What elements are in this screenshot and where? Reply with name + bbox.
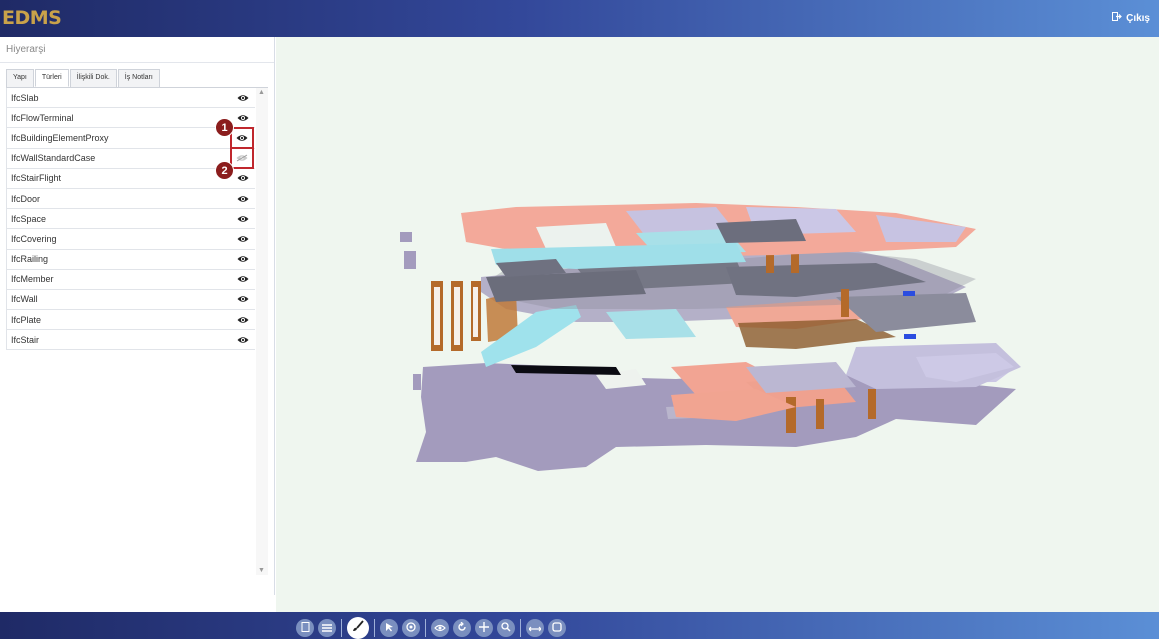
eye-icon[interactable]: [230, 126, 254, 149]
list-item-label: IfcWall: [11, 294, 38, 305]
annotation-badge-1: 1: [215, 118, 234, 137]
top-bar: EDMS Çıkış: [0, 0, 1159, 37]
zoom-button[interactable]: [497, 619, 515, 637]
list-item-label: IfcStair: [11, 334, 40, 345]
list-item[interactable]: IfcCovering: [6, 229, 255, 250]
toolbar-divider: [520, 619, 521, 637]
bookmark-button[interactable]: [296, 619, 314, 637]
measure-button[interactable]: [526, 619, 544, 637]
list-icon: [322, 619, 332, 637]
list-item[interactable]: IfcRailing: [6, 249, 255, 270]
list-item-label: IfcMember: [11, 274, 54, 285]
app-logo: EDMS: [2, 7, 62, 29]
eye-icon[interactable]: [236, 234, 250, 244]
list-item[interactable]: IfcSpace: [6, 209, 255, 230]
panel-tabs: Yapı Türleri İlişkili Dok. İş Notları: [6, 69, 161, 87]
bottom-bar: [0, 612, 1159, 639]
model-viewer[interactable]: [276, 37, 1159, 612]
list-item[interactable]: IfcPlate: [6, 310, 255, 331]
list-item-label: IfcStairFlight: [11, 173, 62, 184]
scroll-up-icon[interactable]: ▲: [258, 89, 265, 96]
eye-icon[interactable]: [236, 254, 250, 264]
eye-icon[interactable]: [236, 113, 250, 123]
toolbar-divider: [425, 619, 426, 637]
eye-hidden-icon[interactable]: [230, 147, 254, 170]
list-button[interactable]: [318, 619, 336, 637]
eye-icon[interactable]: [236, 93, 250, 103]
hierarchy-panel: Hiyerarşi Yapı Türleri İlişkili Dok. İş …: [0, 37, 275, 595]
pan-button[interactable]: [475, 619, 493, 637]
type-list-container: IfcSlab IfcFlowTerminal IfcBuildingElement…: [6, 87, 268, 575]
view-button[interactable]: [431, 619, 449, 637]
target-icon: [406, 619, 416, 637]
rotate-button[interactable]: [453, 619, 471, 637]
eye-icon[interactable]: [236, 294, 250, 304]
building-model: [400, 203, 1021, 471]
eye-icon[interactable]: [236, 214, 250, 224]
target-button[interactable]: [402, 619, 420, 637]
rotate-icon: [457, 619, 467, 637]
tab-yapi[interactable]: Yapı: [6, 69, 34, 87]
list-item[interactable]: IfcSlab: [6, 88, 255, 109]
list-item-label: IfcSlab: [11, 92, 39, 103]
list-item-label: IfcWallStandardCase: [11, 153, 96, 164]
eye-icon[interactable]: [236, 274, 250, 284]
panel-title: Hiyerarşi: [0, 37, 274, 63]
list-item[interactable]: IfcWall: [6, 289, 255, 311]
toolbar-divider: [341, 619, 342, 637]
eye-icon: [434, 619, 446, 637]
eye-icon[interactable]: [236, 194, 250, 204]
fit-button[interactable]: [548, 619, 566, 637]
zoom-icon: [501, 619, 511, 637]
select-button[interactable]: [380, 619, 398, 637]
list-item-label: IfcSpace: [11, 213, 47, 224]
eye-icon[interactable]: [236, 315, 250, 325]
list-item[interactable]: IfcStair: [6, 330, 255, 351]
list-item-label: IfcRailing: [11, 254, 49, 265]
tab-iliskili-dok[interactable]: İlişkili Dok.: [69, 69, 117, 87]
logout-label: Çıkış: [1126, 12, 1150, 24]
brush-button[interactable]: [347, 617, 369, 639]
fit-icon: [552, 619, 562, 637]
list-item-label: IfcDoor: [11, 193, 41, 204]
viewer-toolbar: [296, 617, 566, 639]
measure-icon: [528, 619, 542, 637]
list-item[interactable]: IfcMember: [6, 269, 255, 290]
list-item-label: IfcCovering: [11, 233, 57, 244]
bookmark-icon: [301, 619, 310, 637]
list-item[interactable]: IfcDoor: [6, 188, 255, 210]
pan-icon: [479, 619, 489, 637]
annotation-badge-2: 2: [215, 161, 234, 180]
scroll-down-icon[interactable]: ▼: [258, 567, 265, 574]
tab-is-notlari[interactable]: İş Notları: [117, 69, 160, 87]
list-item-label: IfcPlate: [11, 314, 42, 325]
toolbar-divider: [374, 619, 375, 637]
list-item-label: IfcFlowTerminal: [11, 112, 74, 123]
logout-icon: [1112, 12, 1122, 24]
pointer-icon: [384, 619, 394, 637]
tab-turleri[interactable]: Türleri: [34, 69, 69, 87]
eye-icon[interactable]: [236, 173, 250, 183]
logout-button[interactable]: Çıkış: [1112, 12, 1150, 24]
eye-icon[interactable]: [236, 335, 250, 345]
brush-icon: [352, 619, 364, 637]
scrollbar[interactable]: ▲ ▼: [256, 88, 268, 575]
list-item-label: IfcBuildingElementProxy: [11, 132, 109, 143]
